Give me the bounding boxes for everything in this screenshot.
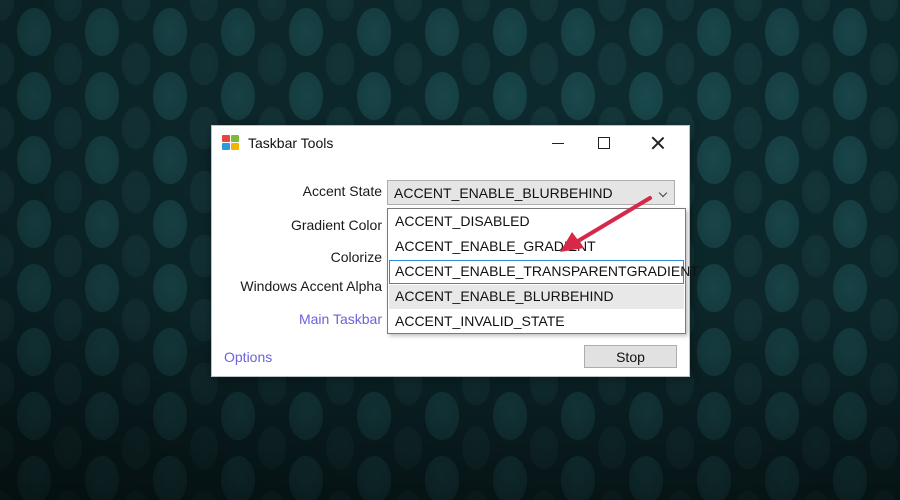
- chevron-down-icon[interactable]: [658, 188, 668, 198]
- accent-state-select[interactable]: ACCENT_ENABLE_BLURBEHIND: [387, 180, 675, 205]
- dropdown-option-accent-enable-blurbehind[interactable]: ACCENT_ENABLE_BLURBEHIND: [389, 285, 684, 309]
- dropdown-option-accent-enable-gradient[interactable]: ACCENT_ENABLE_GRADIENT: [389, 235, 684, 259]
- taskbar-tools-app-icon: [222, 135, 239, 151]
- maximize-icon: [598, 137, 610, 149]
- accent-state-selected-value: ACCENT_ENABLE_BLURBEHIND: [394, 185, 613, 201]
- close-icon: [651, 136, 665, 150]
- main-taskbar-link[interactable]: Main Taskbar: [212, 311, 382, 327]
- accent-state-label: Accent State: [302, 183, 382, 199]
- colorize-label: Colorize: [330, 249, 382, 265]
- stop-button[interactable]: Stop: [584, 345, 677, 368]
- maximize-button[interactable]: [581, 126, 627, 160]
- minimize-button[interactable]: [535, 126, 581, 160]
- windows-accent-alpha-label: Windows Accent Alpha: [240, 278, 382, 294]
- window-title: Taskbar Tools: [248, 135, 334, 151]
- minimize-icon: [552, 142, 564, 144]
- options-link[interactable]: Options: [224, 349, 272, 365]
- dropdown-option-accent-enable-transparentgradient[interactable]: ACCENT_ENABLE_TRANSPARENTGRADIENT: [389, 260, 699, 284]
- close-button[interactable]: [635, 126, 681, 160]
- taskbar-tools-window: Taskbar Tools Accent State Gradient Colo…: [211, 125, 699, 377]
- accent-state-dropdown-list: ACCENT_DISABLED ACCENT_ENABLE_GRADIENT A…: [387, 208, 699, 334]
- title-bar[interactable]: Taskbar Tools: [212, 126, 689, 160]
- gradient-color-label: Gradient Color: [290, 217, 382, 233]
- dropdown-option-accent-invalid-state[interactable]: ACCENT_INVALID_STATE: [389, 310, 684, 334]
- dropdown-option-accent-disabled[interactable]: ACCENT_DISABLED: [389, 210, 684, 234]
